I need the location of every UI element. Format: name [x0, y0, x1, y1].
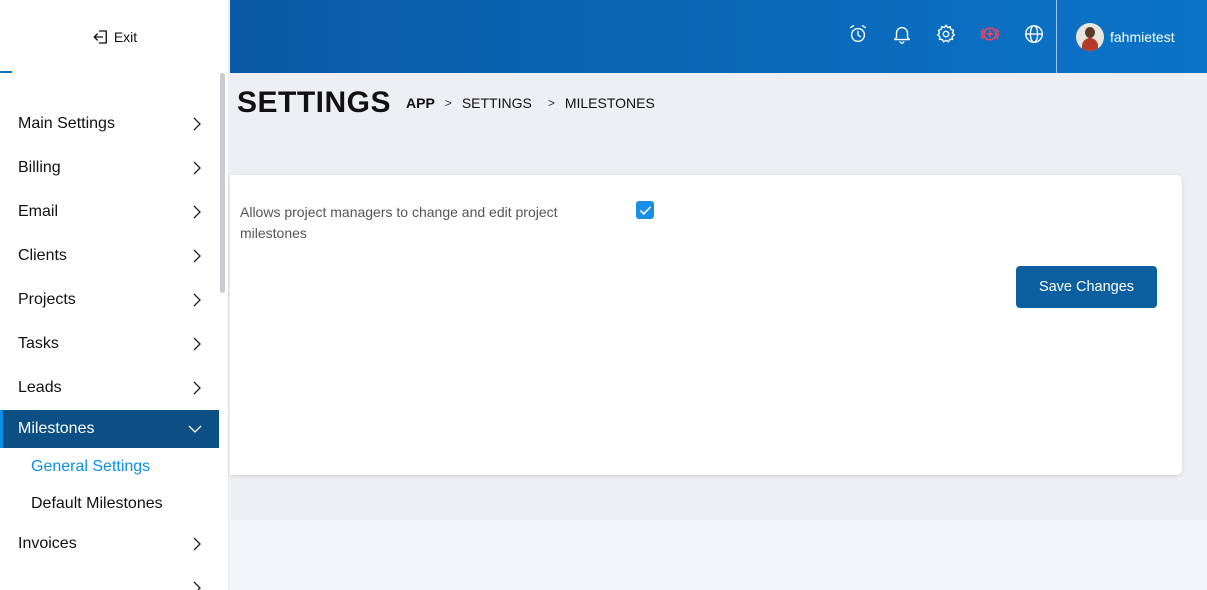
topbar-divider — [1056, 0, 1057, 73]
sidebar-item-label: Leads — [18, 379, 62, 396]
sidebar-item-label: Clients — [18, 247, 67, 264]
sidebar-item-milestones[interactable]: Milestones — [0, 410, 219, 448]
chevron-right-icon — [193, 293, 201, 307]
checkmark-icon — [639, 205, 651, 215]
save-changes-button[interactable]: Save Changes — [1016, 266, 1157, 308]
bell-icon[interactable] — [889, 21, 915, 47]
sidebar-item-billing[interactable]: Billing — [0, 146, 219, 190]
breadcrumb-separator-icon: > — [444, 96, 452, 110]
globe-icon[interactable] — [1021, 21, 1047, 47]
chevron-right-icon — [193, 161, 201, 175]
sidebar-item-label: Invoices — [18, 535, 77, 552]
sidebar-item-email[interactable]: Email — [0, 190, 219, 234]
top-icon-group — [845, 21, 1047, 47]
sidebar-item-leads[interactable]: Leads — [0, 366, 219, 410]
top-bar: fahmietest — [230, 0, 1207, 73]
sidebar-subitem-default-milestones[interactable]: Default Milestones — [0, 485, 219, 522]
sidebar: Exit Main Settings Billing Email Clients… — [0, 0, 229, 590]
settings-card: Allows project managers to change and ed… — [230, 175, 1182, 475]
chevron-right-icon — [193, 337, 201, 351]
sidebar-scrollbar[interactable] — [220, 73, 225, 293]
breadcrumb-milestones: MILESTONES — [564, 95, 655, 111]
chevron-right-icon — [193, 249, 201, 263]
chevron-right-icon — [193, 205, 201, 219]
sidebar-item-clients[interactable]: Clients — [0, 234, 219, 278]
exit-icon — [93, 29, 107, 44]
breadcrumb: APP > SETTINGS > MILESTONES — [406, 95, 655, 111]
add-circle-icon[interactable] — [977, 21, 1003, 47]
username: fahmietest — [1110, 29, 1175, 45]
sidebar-item-label: Tasks — [18, 335, 59, 352]
exit-label: Exit — [113, 28, 138, 45]
sidebar-item-label: Projects — [18, 291, 76, 308]
exit-button[interactable]: Exit — [0, 0, 228, 73]
sidebar-item-label: Main Settings — [18, 115, 115, 132]
chevron-down-icon — [188, 425, 202, 433]
user-menu[interactable]: fahmietest — [1076, 23, 1175, 51]
sidebar-item-label: Milestones — [18, 420, 95, 437]
sidebar-item-tasks[interactable]: Tasks — [0, 322, 219, 366]
chevron-right-icon — [193, 581, 201, 590]
sidebar-item-main-settings[interactable]: Main Settings — [0, 102, 219, 146]
avatar — [1076, 23, 1104, 51]
chevron-right-icon — [193, 381, 201, 395]
sidebar-item-projects[interactable]: Projects — [0, 278, 219, 322]
sidebar-item-invoices[interactable]: Invoices — [0, 522, 219, 566]
breadcrumb-app[interactable]: APP — [406, 95, 435, 111]
page-title: SETTINGS — [237, 86, 392, 119]
option-label: Allows project managers to change and ed… — [240, 204, 558, 241]
chevron-right-icon — [193, 537, 201, 551]
exit-accent-bar — [0, 71, 12, 73]
breadcrumb-settings[interactable]: SETTINGS — [462, 95, 532, 111]
sidebar-item-partial[interactable] — [0, 566, 219, 590]
sidebar-nav: Main Settings Billing Email Clients Proj… — [0, 102, 219, 590]
gear-icon[interactable] — [933, 21, 959, 47]
sidebar-item-label: Email — [18, 203, 59, 220]
chevron-right-icon — [193, 117, 201, 131]
sidebar-item-label: Billing — [18, 159, 61, 176]
breadcrumb-separator-icon: > — [547, 96, 555, 110]
sidebar-subitem-general-settings[interactable]: General Settings — [0, 448, 219, 485]
alarm-clock-icon[interactable] — [845, 21, 871, 47]
option-checkbox[interactable] — [636, 201, 654, 219]
